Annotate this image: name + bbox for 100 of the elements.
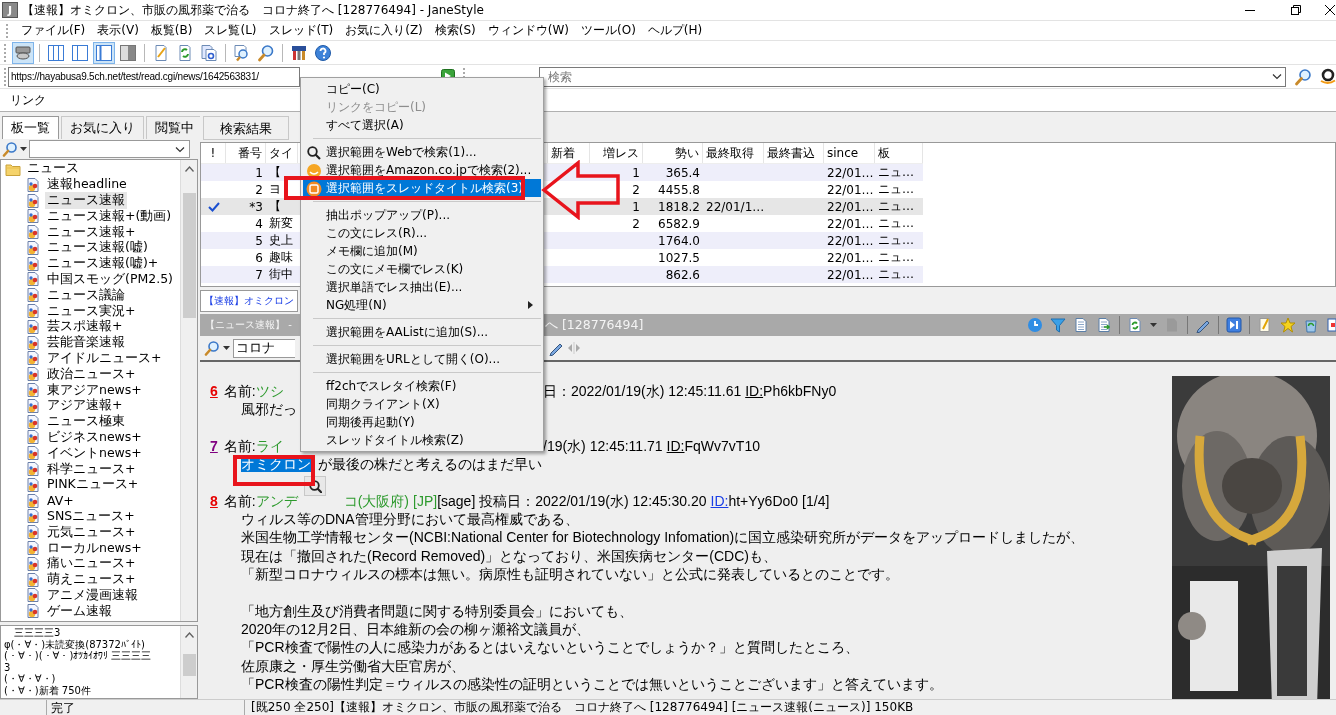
board-item[interactable]: ニュース議論: [45, 286, 127, 304]
panel-tab[interactable]: 板一覧: [2, 116, 59, 139]
board-item[interactable]: 芸能音楽速報: [45, 334, 127, 352]
pane-layout-button[interactable]: [93, 41, 115, 64]
board-item[interactable]: 東アジアnews+: [45, 381, 144, 399]
column-header[interactable]: 最終取得: [703, 143, 764, 163]
menu-item[interactable]: この文にメモ欄でレス(K): [303, 260, 541, 278]
board-item[interactable]: 元気ニュース+: [45, 523, 138, 541]
column-header[interactable]: 新着: [548, 143, 590, 163]
menu-item[interactable]: メモ欄に追加(M): [303, 242, 541, 260]
filter-icon[interactable]: [1050, 317, 1066, 333]
menu-item[interactable]: 選択範囲をURLとして開く(O)...: [303, 350, 541, 368]
menu-item[interactable]: 同期クライアント(X): [303, 395, 541, 413]
menu-item[interactable]: 選択単語でレス抽出(E)...: [303, 278, 541, 296]
column-header[interactable]: 勢い: [643, 143, 703, 163]
board-item[interactable]: SNSニュース+: [45, 507, 137, 525]
board-item[interactable]: 芸スポ速報+: [45, 318, 125, 336]
column-header[interactable]: since: [824, 143, 875, 163]
menu-item[interactable]: コピー(C): [303, 80, 541, 98]
scroll-thumb[interactable]: [182, 654, 196, 676]
panel-tab[interactable]: お気に入り: [61, 116, 144, 139]
clock-icon[interactable]: [1027, 317, 1043, 333]
panel-tab[interactable]: 閲覧中: [146, 116, 203, 139]
board-search-field[interactable]: [29, 140, 190, 158]
id-link[interactable]: ID:: [745, 382, 764, 401]
star-icon[interactable]: [1280, 317, 1296, 333]
flag-icon[interactable]: [1326, 317, 1336, 333]
column-header[interactable]: 番号: [226, 143, 266, 163]
thread-tab[interactable]: 【速報】オミクロン: [200, 290, 298, 312]
menu-item[interactable]: ウィンドウ(W): [481, 22, 576, 39]
board-item[interactable]: ニュース速報: [45, 192, 127, 209]
board-item[interactable]: ニュース速報(嘘)+: [45, 255, 161, 273]
column-header[interactable]: 最終書込: [764, 143, 824, 163]
board-item[interactable]: アイドルニュース+: [45, 349, 164, 367]
refresh-icon[interactable]: [1127, 317, 1143, 333]
board-item[interactable]: 萌えニュース+: [45, 571, 138, 589]
menu-item[interactable]: お気に入り(Z): [339, 22, 429, 39]
search-icon[interactable]: [2, 141, 18, 157]
menu-item[interactable]: 板覧(B): [144, 22, 199, 39]
menu-item[interactable]: ヘルプ(H): [641, 22, 709, 39]
menu-item[interactable]: スレッド(T): [262, 22, 340, 39]
board-item[interactable]: アニメ漫画速報: [45, 586, 140, 604]
menu-item[interactable]: ff2chでスレタイ検索(F): [303, 377, 541, 395]
board-item[interactable]: ニュース速報+: [45, 223, 138, 241]
menu-item[interactable]: NG処理(N): [303, 296, 541, 314]
menu-item[interactable]: 抽出ポップアップ(P)...: [303, 206, 541, 224]
board-item[interactable]: AV+: [45, 493, 76, 509]
board-item[interactable]: PINKニュース+: [45, 476, 141, 494]
document-arrow-icon[interactable]: [1096, 317, 1112, 333]
board-item[interactable]: イベントnews+: [45, 444, 144, 462]
menu-item[interactable]: 選択範囲をAmazon.co.jpで検索(2)...: [303, 161, 541, 179]
board-item[interactable]: 痛いニュース+: [45, 555, 138, 573]
column-header[interactable]: !: [201, 143, 226, 163]
post-number[interactable]: 8: [210, 491, 218, 511]
search-icon[interactable]: [1294, 67, 1312, 86]
menu-item[interactable]: 検索(S): [428, 22, 482, 39]
board-item[interactable]: ニュース速報(嘘): [45, 239, 150, 257]
post-number[interactable]: 6: [210, 382, 218, 401]
column-header[interactable]: タイ: [266, 143, 298, 163]
menu-item[interactable]: スレッドタイトル検索(Z): [303, 431, 541, 449]
id-link[interactable]: ID:: [710, 491, 729, 511]
menu-item[interactable]: 表示(V): [91, 22, 145, 39]
folder-item[interactable]: ニュース: [25, 160, 81, 178]
menu-item[interactable]: 選択範囲をWebで検索(1)...: [303, 143, 541, 161]
thread-search-field[interactable]: コロナ: [233, 338, 295, 358]
recycle-bin-icon[interactable]: [1303, 317, 1319, 333]
column-header[interactable]: 板: [875, 143, 923, 163]
menu-item[interactable]: 選択範囲をAAListに追加(S)...: [303, 323, 541, 341]
board-item[interactable]: ビジネスnews+: [45, 428, 144, 446]
menu-item[interactable]: スレ覧(L): [198, 22, 263, 39]
notepad-icon[interactable]: [1257, 317, 1273, 333]
menu-item[interactable]: ツール(O): [575, 22, 642, 39]
board-item[interactable]: 科学ニュース+: [45, 460, 138, 478]
scroll-thumb[interactable]: [182, 193, 196, 318]
menu-item[interactable]: ファイル(F): [15, 22, 92, 39]
id-link[interactable]: ID:: [666, 436, 685, 455]
board-item[interactable]: ニュース極東: [45, 413, 127, 431]
board-item[interactable]: 政治ニュース+: [45, 365, 138, 383]
scrollbar[interactable]: [180, 626, 197, 698]
next-icon[interactable]: [1226, 317, 1242, 333]
board-item[interactable]: ニュース実況+: [45, 302, 138, 320]
caret-icon[interactable]: [223, 346, 230, 350]
search-icon[interactable]: [204, 340, 220, 356]
document-icon[interactable]: [1073, 317, 1089, 333]
scrollbar[interactable]: [180, 160, 197, 621]
menu-item[interactable]: すべて選択(A): [303, 116, 541, 134]
caret-icon[interactable]: [1150, 323, 1157, 327]
post-number[interactable]: 7: [210, 436, 218, 455]
board-item[interactable]: ローカルnews+: [45, 539, 144, 557]
url-field[interactable]: https://hayabusa9.5ch.net/test/read.cgi/news/1642563831/: [8, 66, 300, 87]
board-item[interactable]: 中国スモッグ(PM2.5): [45, 271, 175, 288]
menu-item[interactable]: 同期後再起動(Y): [303, 413, 541, 431]
board-item[interactable]: 速報headline: [45, 176, 129, 194]
caret-icon[interactable]: [20, 147, 27, 151]
panel-tab[interactable]: 検索結果: [203, 116, 289, 140]
board-item[interactable]: アジア速報+: [45, 397, 125, 415]
menu-item[interactable]: この文にレス(R)...: [303, 224, 541, 242]
board-item[interactable]: ニュース速報+(動画): [45, 207, 174, 225]
server-button[interactable]: [12, 41, 34, 64]
letter-logo-icon[interactable]: [1320, 67, 1336, 86]
